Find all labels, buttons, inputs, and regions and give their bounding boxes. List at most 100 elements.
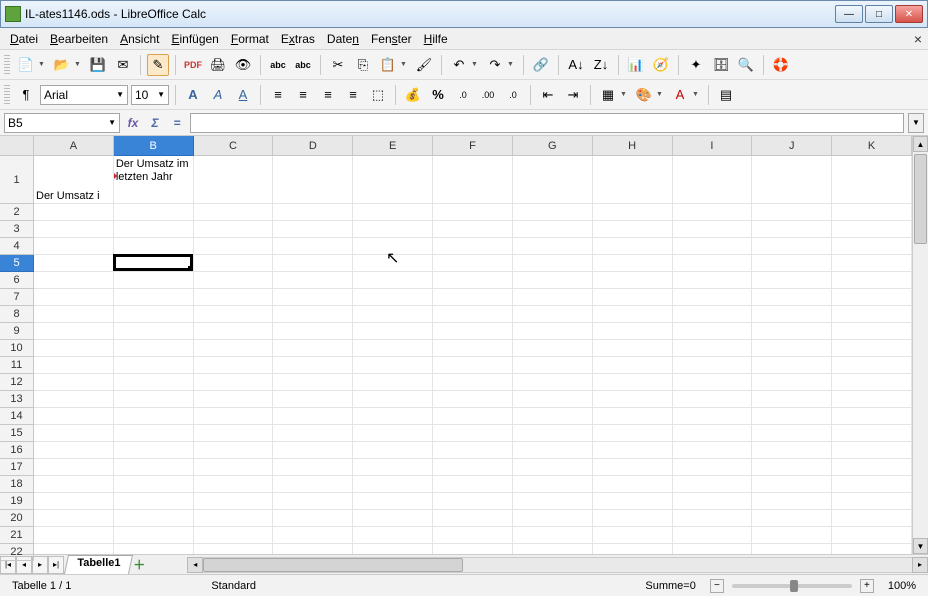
menu-hilfe[interactable]: Hilfe — [418, 30, 454, 48]
maximize-button[interactable]: □ — [865, 5, 893, 23]
scroll-thumb[interactable] — [914, 154, 927, 244]
sum-icon[interactable]: Σ — [146, 114, 164, 132]
cell[interactable] — [513, 442, 593, 459]
cell[interactable] — [114, 459, 194, 476]
cell[interactable] — [114, 340, 194, 357]
minimize-button[interactable]: — — [835, 5, 863, 23]
cell[interactable] — [353, 493, 433, 510]
cell[interactable] — [433, 374, 513, 391]
cell[interactable] — [513, 391, 593, 408]
select-all-corner[interactable] — [0, 136, 34, 156]
zoom-slider[interactable] — [732, 584, 852, 588]
increase-indent-icon[interactable]: ⇥ — [562, 84, 584, 106]
menu-bearbeiten[interactable]: Bearbeiten — [44, 30, 114, 48]
cell[interactable] — [433, 510, 513, 527]
cell[interactable] — [353, 255, 433, 272]
cell[interactable] — [752, 255, 832, 272]
cell[interactable] — [832, 425, 912, 442]
cell[interactable] — [752, 527, 832, 544]
expand-formula-icon[interactable]: ▼ — [908, 113, 924, 133]
cell[interactable] — [433, 255, 513, 272]
percent-icon[interactable]: % — [427, 84, 449, 106]
scroll-up-icon[interactable]: ▲ — [913, 136, 928, 152]
cell[interactable] — [34, 408, 114, 425]
document-close-icon[interactable]: × — [914, 31, 922, 47]
row-header[interactable]: 3 — [0, 221, 34, 238]
cell[interactable] — [34, 425, 114, 442]
cell[interactable] — [593, 476, 673, 493]
dropdown-arrow-icon[interactable]: ▼ — [400, 61, 410, 68]
remove-decimal-icon[interactable]: .0 — [502, 84, 524, 106]
add-sheet-icon[interactable]: ＋ — [131, 555, 147, 574]
cells-area[interactable]: Der Umsatz i Der Umsatz im letzten Jahr … — [34, 156, 912, 554]
cell[interactable] — [114, 442, 194, 459]
cell[interactable] — [832, 408, 912, 425]
cell[interactable] — [433, 544, 513, 554]
row-header[interactable]: 2 — [0, 204, 34, 221]
cell[interactable] — [353, 272, 433, 289]
cell[interactable] — [273, 238, 353, 255]
cell[interactable] — [34, 238, 114, 255]
menu-format[interactable]: Format — [225, 30, 275, 48]
datasources-icon[interactable]: 🗄 — [710, 54, 732, 76]
cell[interactable] — [353, 476, 433, 493]
column-header[interactable]: H — [593, 136, 673, 156]
grid-lines-icon[interactable]: ▤ — [715, 84, 737, 106]
dropdown-arrow-icon[interactable]: ▼ — [507, 61, 517, 68]
row-header[interactable]: 6 — [0, 272, 34, 289]
column-header[interactable]: K — [832, 136, 912, 156]
row-header[interactable]: 12 — [0, 374, 34, 391]
cell[interactable] — [752, 476, 832, 493]
row-header[interactable]: 13 — [0, 391, 34, 408]
dropdown-arrow-icon[interactable]: ▼ — [38, 61, 48, 68]
cell[interactable] — [34, 221, 114, 238]
cell[interactable] — [34, 476, 114, 493]
cell[interactable] — [832, 340, 912, 357]
vertical-scrollbar[interactable]: ▲ ▼ — [912, 136, 928, 554]
cell[interactable] — [593, 289, 673, 306]
cell[interactable] — [433, 459, 513, 476]
cell[interactable] — [752, 323, 832, 340]
cell[interactable] — [273, 493, 353, 510]
cell[interactable] — [593, 459, 673, 476]
cell[interactable] — [752, 510, 832, 527]
cell[interactable] — [673, 204, 753, 221]
cell[interactable] — [673, 272, 753, 289]
menu-extras[interactable]: Extras — [275, 30, 321, 48]
bold-icon[interactable]: A — [182, 84, 204, 106]
cell[interactable] — [194, 493, 274, 510]
cell[interactable] — [673, 255, 753, 272]
formula-input[interactable] — [190, 113, 904, 133]
cell[interactable] — [752, 204, 832, 221]
navigator-icon[interactable]: 🧭 — [650, 54, 672, 76]
email-icon[interactable]: ✉ — [112, 54, 134, 76]
cell[interactable] — [34, 374, 114, 391]
menu-daten[interactable]: Daten — [321, 30, 365, 48]
cell[interactable] — [114, 306, 194, 323]
cell[interactable] — [752, 425, 832, 442]
cell[interactable] — [752, 156, 832, 204]
cell[interactable] — [752, 374, 832, 391]
cell[interactable] — [114, 476, 194, 493]
cell[interactable] — [593, 221, 673, 238]
cell[interactable] — [433, 408, 513, 425]
cell[interactable] — [194, 442, 274, 459]
merge-cells-icon[interactable]: ⬚ — [367, 84, 389, 106]
cell[interactable] — [832, 476, 912, 493]
cell[interactable] — [353, 527, 433, 544]
cell[interactable] — [353, 323, 433, 340]
cell[interactable] — [433, 221, 513, 238]
cell[interactable] — [593, 544, 673, 554]
number-format-icon[interactable]: .0 — [452, 84, 474, 106]
menu-fenster[interactable]: Fenster — [365, 30, 418, 48]
row-header-selected[interactable]: 5 — [0, 255, 34, 272]
scroll-track[interactable] — [203, 557, 912, 573]
cell[interactable] — [752, 238, 832, 255]
cell[interactable] — [832, 204, 912, 221]
function-equals-icon[interactable]: = — [168, 114, 186, 132]
cell[interactable] — [433, 476, 513, 493]
cell[interactable] — [593, 323, 673, 340]
align-center-icon[interactable]: ≡ — [292, 84, 314, 106]
currency-icon[interactable]: 💰 — [402, 84, 424, 106]
cell[interactable] — [433, 442, 513, 459]
